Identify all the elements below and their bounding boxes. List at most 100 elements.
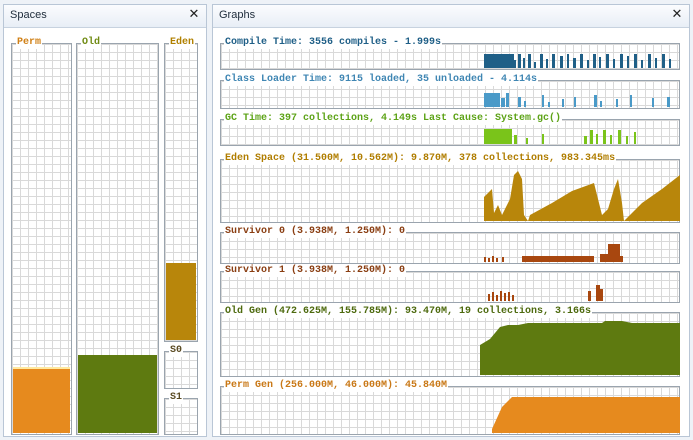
spaces-close-icon[interactable]: ✕	[186, 6, 202, 24]
old-gen-area	[480, 321, 680, 375]
class-loader-spike	[562, 99, 564, 107]
class-loader-spike	[506, 93, 509, 107]
perm-gen-plot	[492, 397, 680, 433]
gc-time-spike	[590, 130, 593, 144]
perm-gen-area	[492, 397, 680, 433]
eden-space-plot	[484, 171, 680, 221]
compile-time-spike	[655, 58, 657, 68]
gc-time-spike	[484, 129, 512, 144]
class-loader-spike	[518, 97, 521, 107]
survivor0-block	[492, 256, 494, 262]
gc-time-spike	[603, 130, 606, 144]
survivor0-space: S0	[164, 345, 198, 389]
compile-time-spike	[518, 54, 521, 68]
survivor0-block	[600, 254, 608, 262]
compile-time-spike	[573, 58, 576, 68]
gc-time-spike	[514, 135, 517, 144]
compile-time-spike	[662, 54, 665, 68]
compile-time-spike	[669, 59, 671, 68]
class-loader-plot	[484, 93, 670, 107]
class-loader-spike	[501, 98, 505, 107]
compile-time-spike	[560, 56, 563, 68]
compile-time-spike	[593, 54, 596, 68]
survivor0-plot	[484, 244, 623, 262]
class-loader-spike	[667, 97, 670, 107]
class-loader-graph: Class Loader Time: 9115 loaded, 35 unloa…	[220, 73, 680, 109]
compile-time-spike	[514, 60, 516, 68]
eden-space-fill	[166, 262, 196, 340]
spaces-panel-title: Spaces	[10, 9, 47, 21]
compile-time-spike	[484, 54, 514, 68]
eden-space-graph: Eden Space (31.500M, 10.562M): 9.870M, 3…	[220, 152, 680, 223]
survivor1-block	[500, 291, 502, 301]
old-gen-plot	[480, 321, 680, 375]
class-loader-spike	[524, 101, 526, 107]
compile-time-spike	[641, 60, 643, 68]
compile-time-spike	[580, 54, 583, 68]
perm-space-label: Perm	[16, 37, 43, 49]
compile-time-spike	[567, 54, 569, 68]
class-loader-spike	[484, 93, 500, 107]
survivor1-plot	[488, 285, 603, 301]
gc-time-spike	[610, 135, 612, 144]
compile-time-spike	[613, 59, 615, 68]
survivor0-block	[488, 258, 490, 262]
survivor0-block	[496, 258, 498, 262]
class-loader-spike	[594, 95, 597, 107]
gc-time-spike	[542, 134, 544, 144]
graphs-panel-header: Graphs ✕	[213, 5, 689, 28]
survivor1-space: S1	[164, 392, 198, 435]
compile-time-spike	[620, 54, 623, 68]
compile-time-spike	[540, 54, 543, 68]
survivor0-block	[502, 257, 504, 262]
survivor1-space-label: S1	[169, 392, 184, 404]
survivor1-graph: Survivor 1 (3.938M, 1.250M): 0	[220, 264, 680, 303]
survivor1-block	[488, 294, 490, 301]
survivor1-block	[504, 293, 506, 301]
graphs-panel-title: Graphs	[219, 9, 256, 21]
gc-time-spike	[626, 136, 628, 144]
gc-time-spike	[596, 134, 598, 144]
compile-time-plot	[484, 54, 671, 68]
eden-space-graph-label: Eden Space (31.500M, 10.562M): 9.870M, 3…	[224, 152, 617, 165]
survivor1-block	[496, 295, 498, 301]
survivor0-graph-label: Survivor 0 (3.938M, 1.250M): 0	[224, 225, 407, 238]
compile-time-spike	[606, 54, 609, 68]
survivor1-block	[512, 295, 514, 301]
gc-time-graph: GC Time: 397 collections, 4.149s Last Ca…	[220, 112, 680, 146]
eden-space-label: Eden	[169, 37, 196, 49]
perm-gen-graph-label: Perm Gen (256.000M, 46.000M): 45.840M	[224, 379, 449, 392]
old-space-fill	[78, 355, 157, 433]
gc-time-spike	[526, 138, 528, 144]
class-loader-spike	[630, 95, 632, 107]
class-loader-label: Class Loader Time: 9115 loaded, 35 unloa…	[224, 73, 539, 86]
old-gen-graph: Old Gen (472.625M, 155.785M): 93.470M, 1…	[220, 305, 680, 377]
gc-time-plot	[484, 129, 636, 144]
graphs-close-icon[interactable]: ✕	[669, 6, 685, 24]
class-loader-spike	[652, 98, 654, 107]
compile-time-spike	[534, 62, 536, 68]
class-loader-spike	[574, 97, 576, 107]
compile-time-spike	[528, 54, 531, 68]
compile-time-spike	[546, 59, 548, 68]
perm-space: Perm	[11, 37, 72, 435]
class-loader-spike	[600, 101, 602, 107]
survivor0-graph: Survivor 0 (3.938M, 1.250M): 0	[220, 225, 680, 264]
compile-time-spike	[552, 54, 555, 68]
perm-gen-graph: Perm Gen (256.000M, 46.000M): 45.840M	[220, 379, 680, 435]
gc-time-label: GC Time: 397 collections, 4.149s Last Ca…	[224, 112, 563, 125]
compile-time-spike	[627, 56, 629, 68]
survivor1-block	[600, 289, 603, 301]
class-loader-spike	[542, 95, 544, 107]
class-loader-spike	[548, 102, 550, 107]
gc-time-spike	[634, 132, 636, 144]
survivor0-block	[522, 256, 594, 262]
old-gen-graph-label: Old Gen (472.625M, 155.785M): 93.470M, 1…	[224, 305, 593, 318]
compile-time-spike	[634, 54, 637, 68]
survivor0-block	[608, 244, 620, 262]
old-space-label: Old	[81, 37, 102, 49]
compile-time-spike	[587, 60, 589, 68]
graphs-panel: Graphs ✕ Compile Time: 3556 compiles - 1…	[212, 4, 690, 437]
survivor1-block	[492, 292, 494, 301]
compile-time-spike	[523, 58, 525, 68]
